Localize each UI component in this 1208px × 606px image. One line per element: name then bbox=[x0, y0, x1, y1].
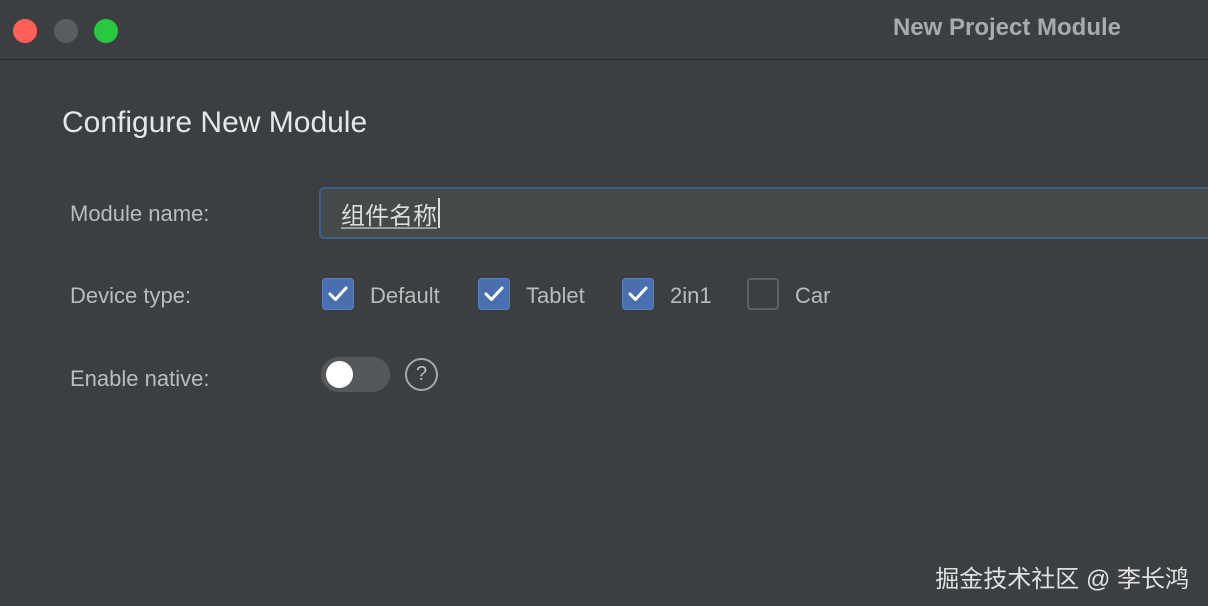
module-name-input[interactable]: 组件名称 bbox=[319, 187, 1208, 239]
device-type-label: Device type: bbox=[70, 283, 192, 308]
page-title: Configure New Module bbox=[62, 106, 368, 139]
window-title: New Project Module bbox=[892, 14, 1121, 41]
close-icon[interactable] bbox=[13, 19, 37, 43]
new-project-module-window: New Project Module Configure New Module … bbox=[0, 0, 1208, 606]
checkbox-car-label[interactable]: Car bbox=[795, 283, 830, 309]
help-icon[interactable]: ? bbox=[405, 358, 438, 391]
toggle-knob bbox=[326, 361, 353, 388]
text-cursor bbox=[438, 198, 440, 228]
checkbox-2in1[interactable] bbox=[622, 278, 654, 310]
watermark: 掘金技术社区 @ 李长鸿 bbox=[935, 566, 1189, 593]
check-icon bbox=[628, 286, 648, 301]
checkbox-car[interactable] bbox=[747, 278, 779, 310]
title-bar: New Project Module bbox=[0, 0, 1208, 60]
checkbox-tablet-label[interactable]: Tablet bbox=[526, 283, 585, 309]
checkbox-default[interactable] bbox=[322, 278, 354, 310]
enable-native-label: Enable native: bbox=[70, 366, 210, 391]
module-name-value: 组件名称 bbox=[341, 202, 437, 230]
check-icon bbox=[484, 286, 504, 301]
module-name-label: Module name: bbox=[70, 201, 210, 226]
minimize-icon[interactable] bbox=[54, 19, 78, 43]
checkbox-2in1-label[interactable]: 2in1 bbox=[670, 283, 712, 309]
enable-native-toggle[interactable] bbox=[321, 357, 390, 392]
zoom-icon[interactable] bbox=[94, 19, 118, 43]
check-icon bbox=[328, 286, 348, 301]
checkbox-tablet[interactable] bbox=[478, 278, 510, 310]
checkbox-default-label[interactable]: Default bbox=[370, 283, 440, 309]
